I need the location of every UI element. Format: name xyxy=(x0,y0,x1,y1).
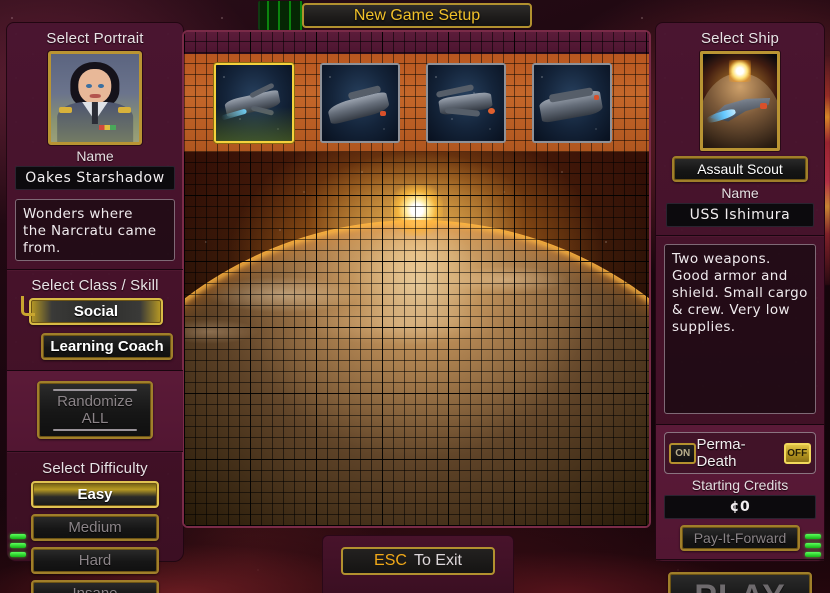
select-class-skill-title: Select Class / Skill xyxy=(17,272,173,298)
perma-death-on-button[interactable]: ON xyxy=(669,443,696,464)
perma-death-off-button[interactable]: OFF xyxy=(784,443,811,464)
ship-name-label: Name xyxy=(666,182,814,203)
officer-portrait-icon xyxy=(51,54,139,142)
sun-icon xyxy=(391,184,443,236)
play-button[interactable]: PLAY xyxy=(668,572,812,593)
pay-it-forward-button[interactable]: Pay-It-Forward xyxy=(680,525,800,551)
viewport-top-bar xyxy=(184,32,649,54)
led-bar xyxy=(805,534,821,539)
led-indicator-right xyxy=(805,534,821,557)
ship-class-button[interactable]: Assault Scout xyxy=(672,156,808,182)
led-indicator-left xyxy=(10,534,26,557)
led-bar xyxy=(805,552,821,557)
select-ship-title: Select Ship xyxy=(666,25,814,51)
randomize-section: Randomize ALL xyxy=(7,371,183,452)
character-name-input[interactable]: Oakes Starshadow xyxy=(15,166,175,190)
ship-section: Select Ship Assault Scout Name USS Ishim… xyxy=(656,23,824,236)
window-title-bar: New Game Setup xyxy=(302,3,532,28)
randomize-all-label: Randomize ALL xyxy=(57,393,133,427)
assault-scout-hero-icon xyxy=(703,54,777,148)
circuit-grid-icon xyxy=(258,1,303,30)
difficulty-option-medium[interactable]: Medium xyxy=(31,514,159,541)
led-bar xyxy=(10,552,26,557)
new-game-setup-screen: New Game Setup Select Portrait xyxy=(0,0,830,593)
rule-top xyxy=(53,389,137,391)
esc-key-label: ESC xyxy=(374,552,407,570)
class-skill-connector-icon xyxy=(21,296,35,316)
perma-death-label: Perma-Death xyxy=(696,436,783,470)
ship-selection-strip xyxy=(184,54,649,152)
esc-to-exit-button[interactable]: ESC To Exit xyxy=(341,547,495,575)
ship-hero-image[interactable] xyxy=(700,51,780,151)
difficulty-option-insane[interactable]: Insane xyxy=(31,580,159,593)
skill-button-learning-coach[interactable]: Learning Coach xyxy=(41,333,173,360)
esc-action-label: To Exit xyxy=(414,552,462,570)
ship-thumbnail-4[interactable] xyxy=(532,63,612,143)
perma-death-toggle-row: ON Perma-Death OFF xyxy=(664,432,816,474)
select-difficulty-title: Select Difficulty xyxy=(31,455,159,481)
difficulty-option-hard[interactable]: Hard xyxy=(31,547,159,574)
ship-name-input[interactable]: USS Ishimura xyxy=(666,203,814,227)
character-bio: Wonders where the Narcratu came from. xyxy=(15,199,175,261)
difficulty-section: Select Difficulty Easy Medium Hard Insan… xyxy=(7,452,183,593)
ship-description: Two weapons. Good armor and shield. Smal… xyxy=(664,244,816,414)
ship-thumbnail-1[interactable] xyxy=(214,63,294,143)
led-bar xyxy=(10,534,26,539)
left-panel: Select Portrait Name Oakes Starsha xyxy=(6,22,184,562)
ship-thumbnail-2[interactable] xyxy=(320,63,400,143)
play-section: PLAY xyxy=(656,560,824,593)
led-bar xyxy=(10,543,26,548)
led-bar xyxy=(805,543,821,548)
ship-thumbnail-3[interactable] xyxy=(426,63,506,143)
class-skill-section: Select Class / Skill Social Learning Coa… xyxy=(7,270,183,371)
portrait-name-label: Name xyxy=(15,145,175,166)
planet-body xyxy=(182,222,651,528)
rule-bottom xyxy=(53,429,137,431)
class-button-social[interactable]: Social xyxy=(29,298,163,325)
starting-credits-label: Starting Credits xyxy=(664,474,816,495)
select-portrait-title: Select Portrait xyxy=(15,25,175,51)
page-title: New Game Setup xyxy=(354,7,480,25)
portrait-image[interactable] xyxy=(48,51,142,145)
randomize-all-button[interactable]: Randomize ALL xyxy=(37,381,153,439)
ship-description-section: Two weapons. Good armor and shield. Smal… xyxy=(656,236,824,425)
starting-credits-value: ¢0 xyxy=(664,495,816,519)
portrait-section: Select Portrait Name Oakes Starsha xyxy=(7,23,183,270)
game-options-section: ON Perma-Death OFF Starting Credits ¢0 P… xyxy=(656,425,824,560)
right-panel: Select Ship Assault Scout Name USS Ishim… xyxy=(655,22,825,562)
ship-preview-viewport xyxy=(182,30,651,528)
difficulty-option-easy[interactable]: Easy xyxy=(31,481,159,508)
